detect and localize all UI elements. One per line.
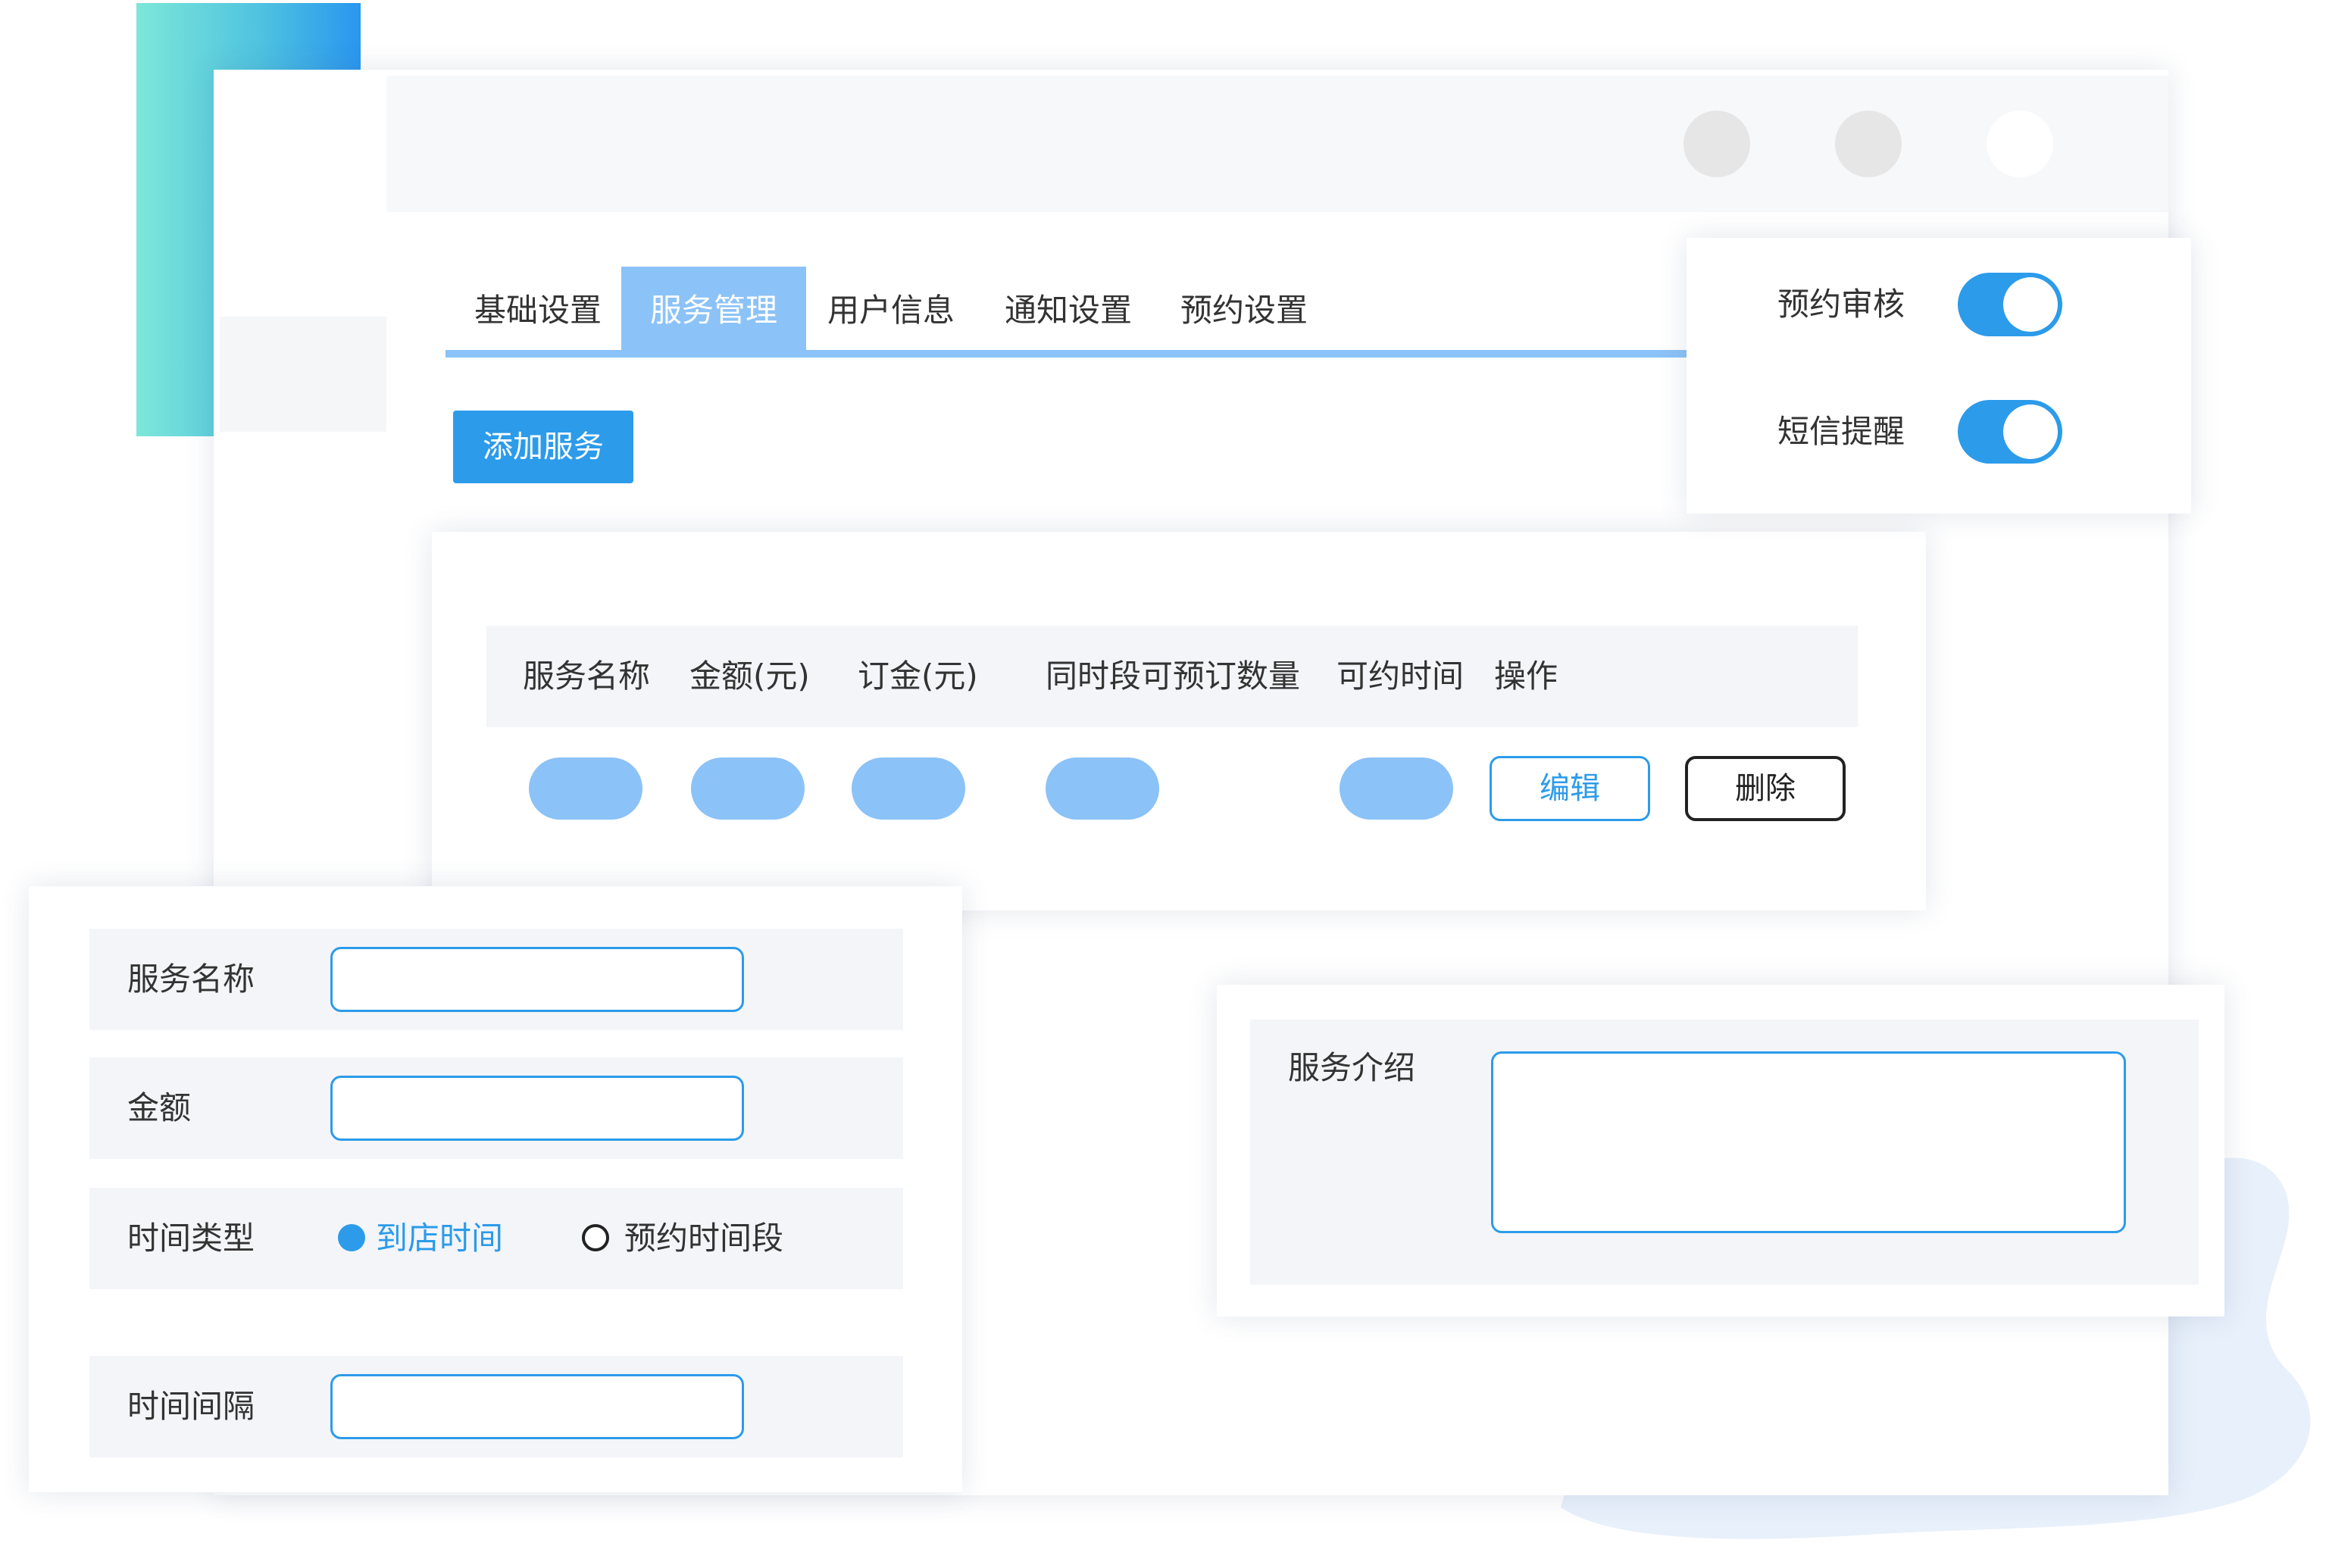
radio-time-slot-label[interactable]: 预约时间段 (624, 1188, 783, 1289)
column-header-available-time: 可约时间 (1336, 657, 1465, 695)
amount-input[interactable] (330, 1076, 744, 1141)
placeholder-deposit (852, 757, 965, 820)
service-name-input[interactable] (330, 947, 744, 1012)
column-header-service-name: 服务名称 (523, 657, 651, 695)
edit-button[interactable]: 编辑 (1490, 756, 1650, 821)
time-type-label: 时间类型 (127, 1220, 255, 1257)
column-header-actions: 操作 (1494, 657, 1558, 695)
column-header-amount: 金额(元) (689, 657, 810, 695)
column-header-concurrent-quantity: 同时段可预订数量 (1046, 657, 1301, 695)
toggle-knob (2003, 277, 2058, 332)
service-intro-label: 服务介绍 (1288, 1049, 1416, 1086)
booking-review-label: 预约审核 (1777, 286, 1905, 323)
add-service-button[interactable]: 添加服务 (453, 411, 633, 483)
radio-time-slot[interactable] (582, 1224, 609, 1251)
tab-basic-settings[interactable]: 基础设置 (456, 267, 620, 350)
placeholder-service-name (529, 757, 642, 820)
delete-button[interactable]: 删除 (1685, 756, 1846, 821)
window-control-3[interactable] (1987, 111, 2053, 177)
sms-reminder-toggle[interactable] (1958, 400, 2062, 464)
window-control-2[interactable] (1835, 111, 1902, 177)
sms-reminder-label: 短信提醒 (1777, 413, 1905, 450)
placeholder-amount (691, 757, 805, 820)
amount-label: 金额 (127, 1089, 192, 1126)
service-intro-textarea[interactable] (1491, 1051, 2126, 1233)
sidebar-block (220, 317, 386, 432)
tab-notification-settings[interactable]: 通知设置 (985, 267, 1152, 350)
tab-service-management[interactable]: 服务管理 (621, 267, 806, 350)
placeholder-available-time (1340, 757, 1453, 820)
interval-input[interactable] (330, 1374, 744, 1439)
radio-arrival-time-label[interactable]: 到店时间 (376, 1188, 503, 1289)
tab-booking-settings[interactable]: 预约设置 (1161, 267, 1327, 350)
column-header-deposit: 订金(元) (858, 657, 978, 695)
radio-arrival-time[interactable] (338, 1224, 365, 1251)
service-name-label: 服务名称 (127, 960, 255, 998)
booking-review-toggle[interactable] (1958, 273, 2062, 336)
tab-user-info[interactable]: 用户信息 (808, 267, 974, 350)
toggle-knob (2003, 404, 2058, 459)
interval-label: 时间间隔 (127, 1388, 255, 1425)
placeholder-concurrent-quantity (1046, 757, 1159, 820)
window-control-1[interactable] (1683, 111, 1750, 177)
tab-underline (445, 350, 1688, 358)
toggle-panel (1687, 238, 2191, 514)
